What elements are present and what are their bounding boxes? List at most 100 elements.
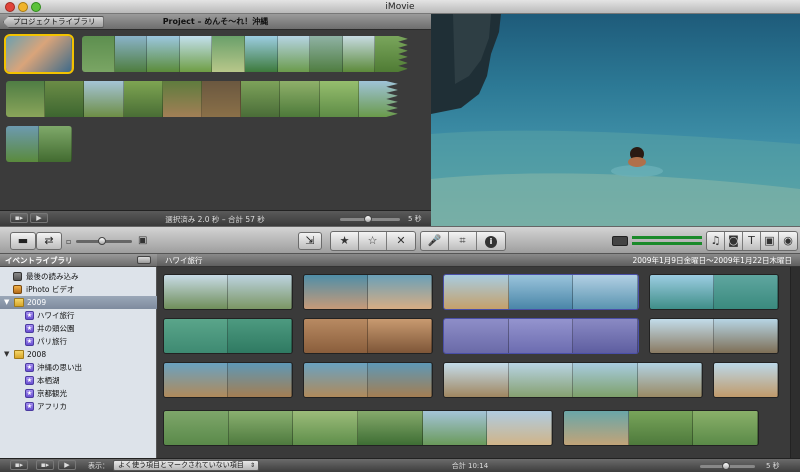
event-star-icon: ★ [25,402,34,411]
event-library-header: イベントライブラリ [0,254,157,267]
event-clip[interactable] [303,362,433,398]
library-year-2008[interactable]: ▼ 2008 [0,348,157,361]
event-duration-label: 5 秒 [766,462,780,470]
play-event-fullscreen-button[interactable]: ▪▸ [36,460,54,470]
event-clip[interactable] [563,410,759,446]
library-item-label: 井の頭公園 [37,324,75,333]
event-star-icon: ★ [25,389,34,398]
library-event-motosuko[interactable]: ★ 本栖湖 [0,374,157,387]
swap-panes-button[interactable]: ⇄ [36,232,62,250]
disclosure-triangle-icon[interactable]: ▼ [4,348,9,361]
event-clip[interactable] [163,362,293,398]
main-toolbar: ▬ ⇄ ▫ ▣ ⇲ ★ ☆ ✕ 🎤 ⌗ i ♫ ◙ T ▣ ◉ [0,226,800,254]
transition-browser-button[interactable]: ▣ [761,232,779,250]
event-clip[interactable] [443,362,703,398]
music-browser-button[interactable]: ♫ [707,232,725,250]
event-star-icon: ★ [25,376,34,385]
audio-skimming-button[interactable] [612,236,628,246]
event-library: イベントライブラリ 最後の読み込み iPhoto ビデオ ▼ 2009 ★ ハワ… [0,254,157,458]
event-star-icon: ★ [25,363,34,372]
viewer-frame [431,14,800,226]
total-duration: 合計 10:14 [451,462,489,470]
event-clip[interactable] [713,362,779,398]
folder-icon [14,350,24,359]
library-item-label: 京都観光 [37,389,67,398]
library-event-okinawa[interactable]: ★ 沖縄の思い出 [0,361,157,374]
library-event-africa[interactable]: ★ アフリカ [0,400,157,413]
play-fullscreen-button[interactable]: ▪▸ [10,213,28,223]
import-camera-button[interactable]: ▬ [10,232,36,250]
title-browser-button[interactable]: T [743,232,761,250]
library-item-label: 最後の読み込み [26,272,79,281]
event-clip[interactable] [163,410,553,446]
small-thumb-icon: ▫ [66,237,72,246]
thumbnail-size-knob[interactable] [98,237,106,245]
project-status: 選択済み 2.0 秒 – 合計 57 秒 [165,215,265,224]
event-browser-scrollbar[interactable] [790,267,800,458]
mark-favorite-button[interactable]: ★ [331,232,359,250]
camera-icon: ▬ [17,234,29,247]
project-clip[interactable] [6,126,72,162]
project-clip-selected[interactable] [4,34,74,74]
event-library-title: イベントライブラリ [5,256,73,265]
project-zoom-knob[interactable] [364,215,372,223]
photo-browser-button[interactable]: ◙ [725,232,743,250]
library-event-hawaii[interactable]: ★ ハワイ旅行 [0,309,157,322]
microphone-icon: 🎤 [427,234,442,247]
video-viewer[interactable] [431,14,800,226]
add-clip-icon: ⇲ [305,234,315,247]
info-icon: i [485,236,497,248]
event-clip[interactable] [303,274,433,310]
library-item-label: アフリカ [37,402,67,411]
play-project-button[interactable]: ▶ [30,213,48,223]
event-clip[interactable] [649,274,779,310]
event-clip[interactable] [303,318,433,354]
event-star-icon: ★ [25,311,34,320]
event-zoom-knob[interactable] [722,462,730,470]
event-clip[interactable] [163,274,293,310]
reject-button[interactable]: ✕ [387,232,415,250]
unmark-button[interactable]: ☆ [359,232,387,250]
library-item-iphoto[interactable]: iPhoto ビデオ [0,283,157,296]
event-clip[interactable] [443,318,639,354]
library-item-label: iPhoto ビデオ [26,285,75,294]
event-clip[interactable] [649,318,779,354]
filter-select[interactable]: よく使う項目とマークされていない項目 ⇕ [113,460,259,471]
voiceover-button[interactable]: 🎤 [421,232,449,250]
map-browser-button[interactable]: ◉ [779,232,797,250]
library-item-label: 本栖湖 [37,376,60,385]
event-name: ハワイ旅行 [165,256,203,265]
project-clip[interactable] [6,81,398,117]
window-title: iMovie [385,2,415,12]
event-star-icon: ★ [25,337,34,346]
library-event-paris[interactable]: ★ パリ旅行 [0,335,157,348]
library-item-label: ハワイ旅行 [37,311,75,320]
disclosure-triangle-icon[interactable]: ▼ [4,296,9,309]
project-title: Project – めんそ～れ！沖縄 [162,17,269,26]
library-event-kyoto[interactable]: ★ 京都観光 [0,387,157,400]
play-event-button[interactable]: ▶ [58,460,76,470]
title-bar: iMovie [0,0,800,14]
project-footer: ▪▸ ▶ 選択済み 2.0 秒 – 合計 57 秒 5 秒 [0,210,431,226]
library-item-last-import[interactable]: 最後の読み込み [0,270,157,283]
event-header: ハワイ旅行 2009年1月9日金曜日〜2009年1月22日木曜日 [157,254,800,267]
library-item-label: 2009 [27,298,47,307]
edit-tools: 🎤 ⌗ i [420,231,506,251]
add-to-project-button[interactable]: ⇲ [298,232,322,250]
project-clip[interactable] [82,36,408,72]
project-duration-label: 5 秒 [408,215,422,223]
imovie-window: iMovie プロジェクトライブラリ Project – めんそ～れ！沖縄 ▪▸… [0,0,800,472]
library-toggle-button[interactable] [137,256,151,264]
project-header: プロジェクトライブラリ Project – めんそ～れ！沖縄 [0,14,431,30]
event-clip[interactable] [443,274,639,310]
crop-button[interactable]: ⌗ [449,232,477,250]
browser-tools: ♫ ◙ T ▣ ◉ [706,231,798,251]
dropdown-arrow-icon: ⇕ [249,462,255,469]
event-clip[interactable] [163,318,293,354]
library-item-label: 沖縄の思い出 [37,363,82,372]
library-year-2009[interactable]: ▼ 2009 [0,296,157,309]
inspector-button[interactable]: i [477,232,505,250]
library-event-inokashira[interactable]: ★ 井の頭公園 [0,322,157,335]
bottom-bar: ▪▸ ▪▸ ▶ 表示： よく使う項目とマークされていない項目 ⇕ 合計 10:1… [0,458,800,472]
show-all-events-button[interactable]: ▪▸ [10,460,28,470]
